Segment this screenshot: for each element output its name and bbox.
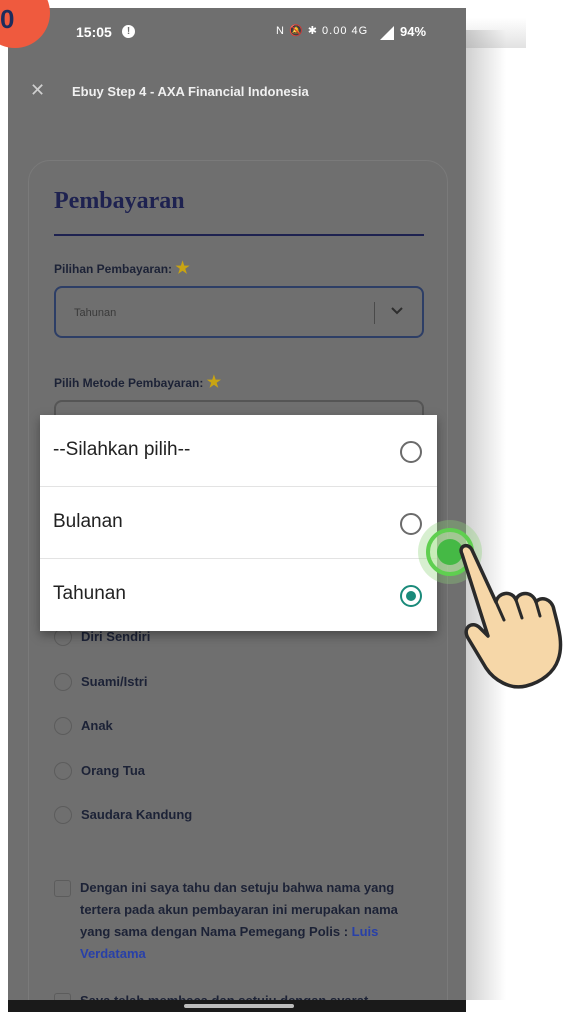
step-number: 0 <box>0 4 15 34</box>
consent-statement: Dengan ini saya tahu dan setuju bahwa na… <box>80 880 398 939</box>
pointing-hand-icon <box>459 543 563 689</box>
radio-circle <box>54 717 72 735</box>
required-star-icon: ★ <box>206 374 222 391</box>
signal-icon <box>380 26 394 40</box>
radio-circle <box>54 673 72 691</box>
notification-icon: ! <box>122 25 135 38</box>
payment-choice-value: Tahunan <box>74 307 117 319</box>
radio-label: Suami/Istri <box>81 674 148 689</box>
payment-choice-select[interactable]: Tahunan <box>54 286 424 338</box>
radio-circle <box>54 806 72 824</box>
section-title: Pembayaran <box>54 188 185 214</box>
status-icons: N 🔕 ✱ 0.00 4G <box>276 25 369 37</box>
close-icon[interactable]: ✕ <box>30 80 45 101</box>
page-title: Ebuy Step 4 - AXA Financial Indonesia <box>72 84 309 99</box>
payment-choice-label: Pilihan Pembayaran: ★ <box>54 258 190 278</box>
radio-label: Anak <box>81 718 113 733</box>
payment-choice-label-text: Pilihan Pembayaran: <box>54 262 173 276</box>
radio-checked-icon <box>400 585 422 607</box>
title-divider <box>54 234 424 236</box>
status-time: 15:05 <box>76 24 112 40</box>
radio-label: Saudara Kandung <box>81 807 193 822</box>
app-bar: ✕ Ebuy Step 4 - AXA Financial Indonesia <box>8 66 466 106</box>
payment-method-label: Pilih Metode Pembayaran: ★ <box>54 372 221 392</box>
home-handle[interactable] <box>184 1004 294 1008</box>
consent-text: Dengan ini saya tahu dan setuju bahwa na… <box>80 877 420 965</box>
battery-level: 94% <box>400 24 427 39</box>
select-divider <box>374 302 375 324</box>
payment-method-label-text: Pilih Metode Pembayaran: <box>54 376 204 390</box>
payment-choice-dialog: --Silahkan pilih-- Bulanan Tahunan <box>40 415 437 631</box>
consent-checkbox[interactable] <box>54 880 71 897</box>
dialog-option-label: Bulanan <box>53 511 123 532</box>
dialog-option-label: --Silahkan pilih-- <box>53 439 191 460</box>
radio-unchecked-icon <box>400 441 422 463</box>
radio-unchecked-icon <box>400 513 422 535</box>
required-star-icon: ★ <box>175 260 190 277</box>
radio-label: Diri Sendiri <box>81 629 151 644</box>
screenshot-stage: 15:05 ! N 🔕 ✱ 0.00 4G 94% ✕ Ebuy Step 4 … <box>0 0 566 1012</box>
chevron-down-icon <box>391 307 403 315</box>
dialog-option-placeholder[interactable]: --Silahkan pilih-- <box>40 415 437 487</box>
dialog-option-bulanan[interactable]: Bulanan <box>40 487 437 559</box>
frame-shadow-right <box>466 30 506 1000</box>
dialog-option-tahunan[interactable]: Tahunan <box>40 559 437 631</box>
navigation-bar <box>8 1000 466 1012</box>
status-bar: 15:05 ! N 🔕 ✱ 0.00 4G 94% <box>8 8 466 56</box>
radio-circle <box>54 762 72 780</box>
dialog-option-label: Tahunan <box>53 583 126 604</box>
radio-label: Orang Tua <box>81 763 146 778</box>
